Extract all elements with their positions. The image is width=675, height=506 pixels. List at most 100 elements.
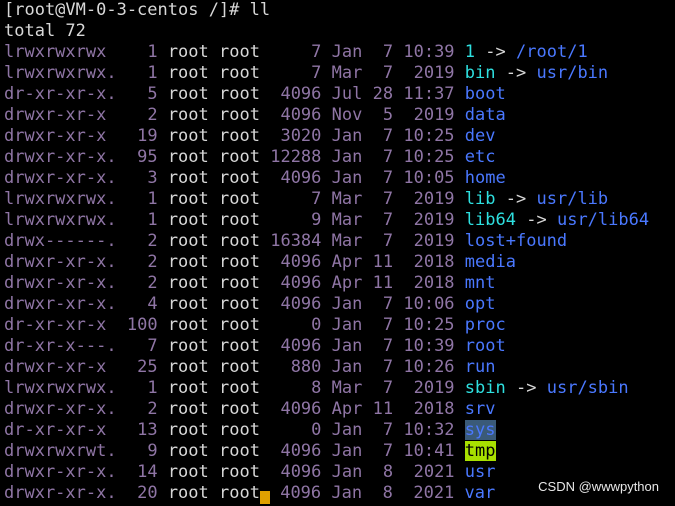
link-count: 1 xyxy=(126,210,158,230)
listing-row: drwxr-xr-x. 2 root root 4096 Apr 11 2018… xyxy=(4,273,675,294)
file-size: 8 xyxy=(270,378,322,398)
permissions: lrwxrwxrwx xyxy=(4,42,117,62)
month: Jan xyxy=(331,357,363,377)
day: 7 xyxy=(372,420,394,440)
link-count: 5 xyxy=(126,84,158,104)
group: root xyxy=(219,252,260,272)
entry-name: srv xyxy=(464,399,496,419)
day: 7 xyxy=(372,147,394,167)
link-arrow: -> xyxy=(485,42,506,62)
entry-name: run xyxy=(464,357,496,377)
owner: root xyxy=(167,357,209,377)
owner: root xyxy=(167,168,209,188)
group: root xyxy=(219,441,260,461)
link-count: 4 xyxy=(126,294,158,314)
day: 5 xyxy=(372,105,394,125)
month: Jan xyxy=(331,336,363,356)
permissions: lrwxrwxrwx. xyxy=(4,210,117,230)
file-size: 880 xyxy=(270,357,322,377)
entry-name: home xyxy=(464,168,506,188)
entry-name: lib64 xyxy=(464,210,516,230)
listing-row: lrwxrwxrwx. 1 root root 8 Mar 7 2019 sbi… xyxy=(4,378,675,399)
time: 2021 xyxy=(403,462,455,482)
permissions: dr-xr-xr-x xyxy=(4,315,117,335)
group: root xyxy=(219,336,260,356)
entry-name: boot xyxy=(464,84,506,104)
file-size: 7 xyxy=(270,189,322,209)
command-prompt: [root@VM-0-3-centos /]# ll xyxy=(4,0,271,20)
link-count: 2 xyxy=(126,231,158,251)
day: 7 xyxy=(372,168,394,188)
permissions: lrwxrwxrwx. xyxy=(4,378,117,398)
listing-row: drwxr-xr-x 25 root root 880 Jan 7 10:26 … xyxy=(4,357,675,378)
owner: root xyxy=(167,63,209,83)
day: 7 xyxy=(372,357,394,377)
owner: root xyxy=(167,378,209,398)
group: root xyxy=(219,84,260,104)
month: Apr xyxy=(331,273,363,293)
link-count: 1 xyxy=(126,63,158,83)
link-count: 25 xyxy=(126,357,158,377)
group: root xyxy=(219,357,260,377)
permissions: drwxr-xr-x. xyxy=(4,462,117,482)
directory-listing: lrwxrwxrwx 1 root root 7 Jan 7 10:39 1 -… xyxy=(4,42,675,504)
time: 10:25 xyxy=(403,315,455,335)
file-size: 4096 xyxy=(270,84,322,104)
month: Jan xyxy=(331,294,363,314)
file-size: 7 xyxy=(270,63,322,83)
time: 10:41 xyxy=(403,441,455,461)
permissions: drwxr-xr-x. xyxy=(4,168,117,188)
listing-row: dr-xr-xr-x 100 root root 0 Jan 7 10:25 p… xyxy=(4,315,675,336)
entry-name: proc xyxy=(464,315,506,335)
time: 2019 xyxy=(403,378,455,398)
link-count: 7 xyxy=(126,336,158,356)
group: root xyxy=(219,147,260,167)
month: Jan xyxy=(331,441,363,461)
day: 7 xyxy=(372,378,394,398)
owner: root xyxy=(167,126,209,146)
file-size: 0 xyxy=(270,315,322,335)
owner: root xyxy=(167,189,209,209)
time: 10:26 xyxy=(403,357,455,377)
month: Jan xyxy=(331,147,363,167)
link-count: 9 xyxy=(126,441,158,461)
time: 2021 xyxy=(403,483,455,503)
listing-row: drwxr-xr-x. 2 root root 4096 Apr 11 2018… xyxy=(4,399,675,420)
link-target: usr/lib64 xyxy=(556,210,650,230)
link-arrow: -> xyxy=(505,63,527,83)
day: 8 xyxy=(372,483,393,503)
owner: root xyxy=(167,273,209,293)
day: 11 xyxy=(372,252,394,272)
link-arrow: -> xyxy=(526,210,547,230)
permissions: drwxr-xr-x. xyxy=(4,147,117,167)
day: 7 xyxy=(372,63,394,83)
time: 2018 xyxy=(403,252,455,272)
month: Jan xyxy=(331,42,363,62)
group: root xyxy=(219,420,260,440)
link-count: 2 xyxy=(126,273,158,293)
owner: root xyxy=(167,231,209,251)
time: 10:06 xyxy=(403,294,455,314)
time: 10:32 xyxy=(403,420,455,440)
listing-row: drwxr-xr-x. 95 root root 12288 Jan 7 10:… xyxy=(4,147,675,168)
permissions: lrwxrwxrwx. xyxy=(4,189,117,209)
owner: root xyxy=(167,483,209,503)
group: root xyxy=(219,189,260,209)
month: Mar xyxy=(331,63,363,83)
listing-row: drwxr-xr-x 2 root root 4096 Nov 5 2019 d… xyxy=(4,105,675,126)
terminal-window[interactable]: [root@VM-0-3-centos /]# ll total 72 lrwx… xyxy=(0,0,675,506)
permissions: drwxr-xr-x. xyxy=(4,273,117,293)
time: 10:05 xyxy=(403,168,455,188)
owner: root xyxy=(167,462,209,482)
day: 7 xyxy=(372,210,394,230)
group: root xyxy=(219,399,260,419)
listing-row: lrwxrwxrwx. 1 root root 7 Mar 7 2019 lib… xyxy=(4,189,675,210)
entry-name: media xyxy=(464,252,516,272)
month: Jan xyxy=(331,420,363,440)
entry-name: mnt xyxy=(464,273,496,293)
listing-row: drwxrwxrwt. 9 root root 4096 Jan 7 10:41… xyxy=(4,441,675,462)
time: 2019 xyxy=(403,189,455,209)
entry-name: data xyxy=(464,105,506,125)
entry-name: lost+found xyxy=(464,231,568,251)
time: 10:25 xyxy=(403,126,455,146)
